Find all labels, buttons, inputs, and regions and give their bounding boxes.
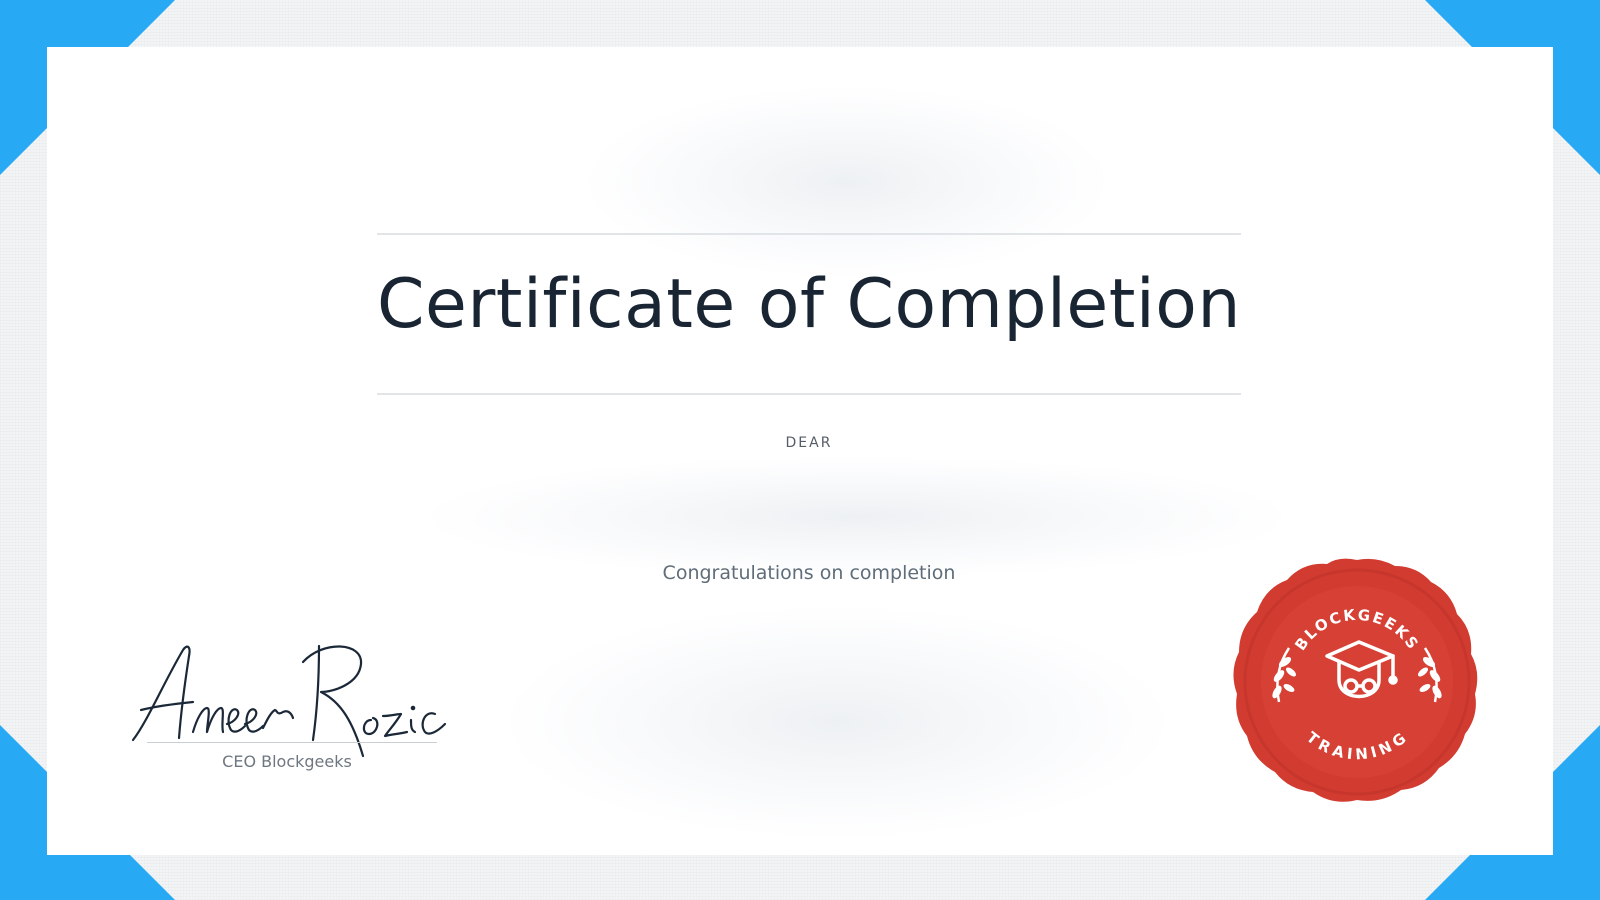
congratulations-message: Congratulations on completion bbox=[662, 562, 956, 584]
background-blur-top bbox=[587, 87, 1107, 277]
background-blur-bottom bbox=[507, 607, 1167, 837]
signature-line bbox=[147, 742, 437, 743]
title-divider-top bbox=[377, 233, 1241, 235]
blockgeeks-training-seal: BLOCKGEEKS TRAINING bbox=[1233, 558, 1478, 802]
salutation: DEAR bbox=[785, 435, 833, 451]
signature-block: CEO Blockgeeks bbox=[127, 632, 457, 782]
certificate-title: Certificate of Completion bbox=[377, 265, 1241, 344]
title-divider-bottom bbox=[377, 393, 1241, 395]
signature-caption: CEO Blockgeeks bbox=[222, 752, 352, 771]
background-blur-name-area bbox=[427, 457, 1287, 577]
certificate-card: Certificate of Completion DEAR Congratul… bbox=[47, 47, 1553, 855]
